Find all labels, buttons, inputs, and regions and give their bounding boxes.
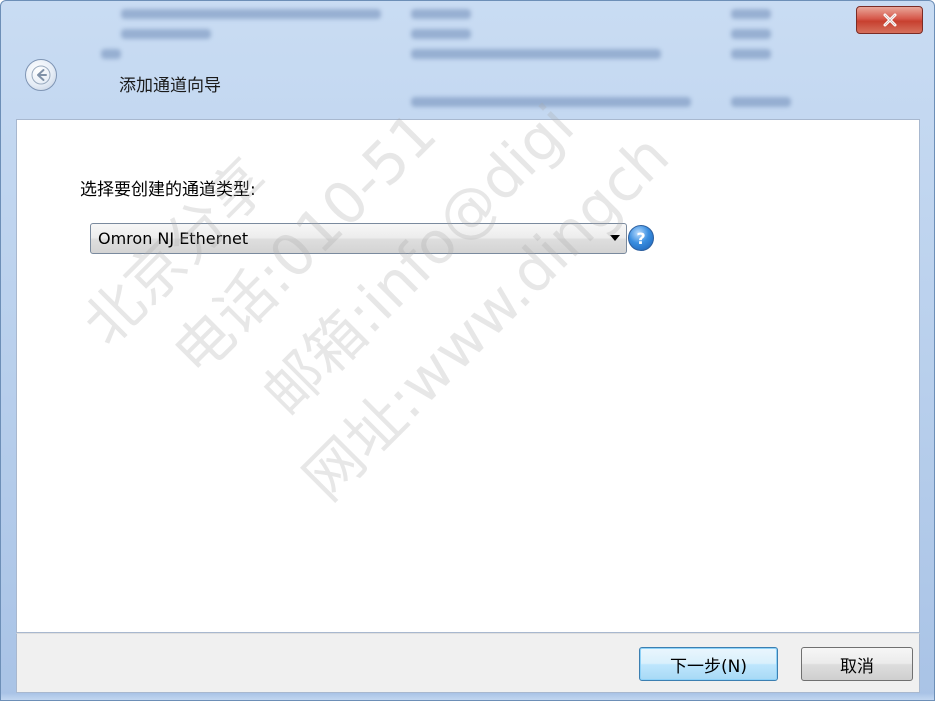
- wizard-content-panel: 选择要创建的通道类型: Omron NJ Ethernet ?: [16, 119, 920, 633]
- window-title: 添加通道向导: [119, 76, 221, 96]
- background-blur: [411, 49, 661, 59]
- background-blur: [411, 97, 691, 107]
- background-blur: [101, 49, 121, 59]
- back-arrow-icon: [31, 65, 51, 85]
- background-blur: [731, 29, 771, 39]
- background-blur: [121, 9, 381, 19]
- background-blur: [411, 9, 471, 19]
- close-button[interactable]: [856, 6, 923, 34]
- channel-type-label: 选择要创建的通道类型:: [80, 180, 256, 200]
- chevron-down-icon[interactable]: [610, 235, 620, 241]
- help-icon[interactable]: ?: [628, 225, 654, 251]
- cancel-button[interactable]: 取消: [801, 647, 913, 681]
- channel-type-selected-value: Omron NJ Ethernet: [98, 229, 249, 248]
- close-icon: [883, 13, 896, 27]
- window-bottom-frame: [1, 693, 934, 700]
- back-button[interactable]: [25, 59, 57, 91]
- background-blur: [731, 97, 791, 107]
- add-channel-wizard-window: 添加通道向导 选择要创建的通道类型: Omron NJ Ethernet ? 下…: [0, 0, 935, 701]
- title-bar: 添加通道向导: [1, 1, 934, 119]
- next-button[interactable]: 下一步(N): [639, 647, 778, 681]
- background-blur: [411, 29, 471, 39]
- wizard-footer: 下一步(N) 取消: [16, 633, 920, 693]
- background-blur: [731, 49, 771, 59]
- background-blur: [121, 29, 211, 39]
- background-blur: [731, 9, 771, 19]
- channel-type-select[interactable]: Omron NJ Ethernet: [90, 223, 627, 254]
